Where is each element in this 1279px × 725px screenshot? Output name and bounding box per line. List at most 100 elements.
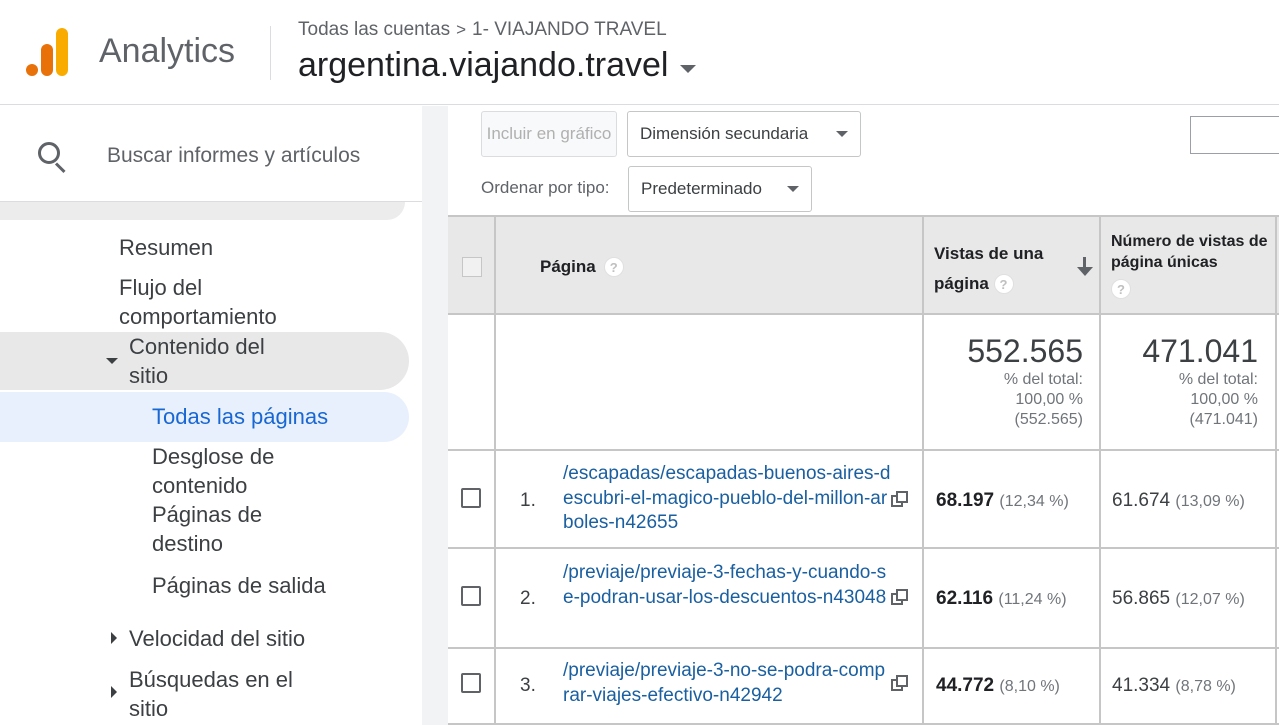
help-icon[interactable]: ? <box>993 274 1014 294</box>
chevron-down-icon <box>787 186 799 192</box>
open-external-icon[interactable] <box>891 675 909 691</box>
row-views-pct: (11,24 %) <box>998 591 1067 608</box>
sidebar-item-velocidad[interactable]: Velocidad del sitio <box>129 624 305 653</box>
table-row: 1. /escapadas/escapadas-buenos-aires-des… <box>448 451 1279 549</box>
totals-row: 552.565 % del total: 100,00 % (552.565) … <box>448 315 1279 451</box>
column-divider <box>1099 215 1101 725</box>
row-views: 68.197 (12,34 %) <box>936 490 1069 512</box>
breadcrumb-separator: > <box>456 20 467 39</box>
help-icon[interactable]: ? <box>603 257 624 277</box>
row-checkbox[interactable] <box>461 586 481 606</box>
totals-views-total: (552.565) <box>1014 411 1084 428</box>
column-divider <box>922 215 924 725</box>
column-header-unique-label: Número de vistas de página únicas <box>1111 233 1268 271</box>
header-divider <box>270 26 271 80</box>
row-views: 44.772 (8,10 %) <box>936 675 1060 697</box>
row-unique-pct: (8,78 %) <box>1175 678 1236 695</box>
app-name: Analytics <box>99 32 236 70</box>
row-views-pct: (8,10 %) <box>999 678 1060 695</box>
row-unique-value: 56.865 <box>1112 588 1171 609</box>
totals-views-pct: 100,00 % <box>1015 391 1083 408</box>
row-unique-pct: (12,07 %) <box>1175 591 1245 608</box>
report-main: Incluir en gráfico Dimensión secundaria … <box>448 106 1279 725</box>
row-unique: 61.674 (13,09 %) <box>1112 490 1245 512</box>
row-unique: 56.865 (12,07 %) <box>1112 588 1245 610</box>
property-name: argentina.viajando.travel <box>298 46 669 84</box>
totals-views: 552.565 % del total: 100,00 % (552.565) <box>928 333 1083 430</box>
data-table: Página ? Vistas de una página ? Número d… <box>448 215 1279 725</box>
secondary-dimension-label: Dimensión secundaria <box>640 124 809 143</box>
row-views-value: 44.772 <box>936 675 995 696</box>
secondary-dimension-select[interactable]: Dimensión secundaria <box>627 111 861 157</box>
row-number: 1. <box>520 490 536 511</box>
row-checkbox[interactable] <box>461 488 481 508</box>
page-link[interactable]: /previaje/previaje-3-no-se-podra-comprar… <box>563 659 891 708</box>
row-unique-pct: (13,09 %) <box>1175 493 1245 510</box>
row-views-pct: (12,34 %) <box>999 493 1069 510</box>
row-views: 62.116 (11,24 %) <box>936 588 1067 610</box>
totals-views-value: 552.565 <box>967 333 1083 369</box>
sidebar-item-contenido[interactable]: Contenido del sitio <box>129 332 309 390</box>
sort-type-label: Ordenar por tipo: <box>481 178 610 197</box>
table-row: 3. /previaje/previaje-3-no-se-podra-comp… <box>448 649 1279 725</box>
sidebar: Buscar informes y artículos Resumen Fluj… <box>0 106 422 725</box>
table-row: 2. /previaje/previaje-3-fechas-y-cuando-… <box>448 549 1279 649</box>
row-checkbox[interactable] <box>461 673 481 693</box>
sidebar-item-salida[interactable]: Páginas de salida <box>152 571 326 600</box>
column-header-page-label: Página <box>540 257 596 276</box>
column-header-views-label: Vistas de una página <box>934 244 1044 293</box>
search-bar[interactable]: Buscar informes y artículos <box>0 106 422 202</box>
row-number: 2. <box>520 588 536 609</box>
search-input[interactable]: Buscar informes y artículos <box>107 144 360 168</box>
totals-unique-total: (471.041) <box>1189 411 1259 428</box>
table-header: Página ? Vistas de una página ? Número d… <box>448 215 1279 315</box>
column-divider <box>494 215 496 725</box>
sidebar-item-flujo[interactable]: Flujo del comportamiento <box>119 273 319 331</box>
chevron-down-icon <box>836 131 848 137</box>
totals-unique-pct: 100,00 % <box>1190 391 1258 408</box>
sort-type-value: Predeterminado <box>641 179 762 198</box>
row-views-value: 62.116 <box>936 588 994 609</box>
open-external-icon[interactable] <box>891 491 909 507</box>
app-header: Analytics Todas las cuentas > 1- VIAJAND… <box>0 0 1279 105</box>
sidebar-item-desglose[interactable]: Desglose de contenido <box>152 442 312 500</box>
help-icon[interactable]: ? <box>1111 279 1131 299</box>
sort-descending-icon[interactable] <box>1076 257 1094 279</box>
caret-right-icon <box>111 686 117 698</box>
totals-unique: 471.041 % del total: 100,00 % (471.041) <box>1100 333 1258 430</box>
sidebar-item-busquedas[interactable]: Búsquedas en el sitio <box>129 665 329 723</box>
column-header-page[interactable]: Página ? <box>540 257 624 277</box>
row-number: 3. <box>520 675 536 696</box>
sidebar-item-destino[interactable]: Páginas de destino <box>152 500 312 558</box>
breadcrumb-all-accounts[interactable]: Todas las cuentas <box>298 19 450 41</box>
totals-unique-value: 471.041 <box>1142 333 1258 369</box>
sidebar-item-resumen[interactable]: Resumen <box>119 233 213 262</box>
page-link[interactable]: /escapadas/escapadas-buenos-aires-descub… <box>563 462 891 536</box>
row-views-value: 68.197 <box>936 490 995 511</box>
content-gutter <box>422 106 448 725</box>
open-external-icon[interactable] <box>891 589 909 605</box>
breadcrumb-account[interactable]: 1- VIAJANDO TRAVEL <box>472 19 667 41</box>
breadcrumb: Todas las cuentas > 1- VIAJANDO TRAVEL <box>298 19 667 41</box>
sidebar-scroll-stub <box>0 202 405 220</box>
include-in-chart-button[interactable]: Incluir en gráfico <box>481 111 617 157</box>
analytics-logo-icon[interactable] <box>26 28 70 76</box>
row-unique-value: 41.334 <box>1112 675 1171 696</box>
sidebar-item-todas-paginas[interactable]: Todas las páginas <box>152 402 328 431</box>
caret-down-icon <box>106 358 118 364</box>
row-unique: 41.334 (8,78 %) <box>1112 675 1236 697</box>
select-all-checkbox[interactable] <box>462 257 482 277</box>
table-filter-input[interactable] <box>1190 116 1279 154</box>
sort-type-select[interactable]: Predeterminado <box>628 166 812 212</box>
column-header-unique-views[interactable]: Número de vistas de página únicas ? <box>1111 231 1271 300</box>
row-unique-value: 61.674 <box>1112 490 1171 511</box>
column-divider <box>1275 215 1277 725</box>
totals-unique-pct-label: % del total: <box>1178 371 1258 388</box>
search-icon <box>38 142 68 174</box>
page-link[interactable]: /previaje/previaje-3-fechas-y-cuando-se-… <box>563 561 891 610</box>
property-selector[interactable]: argentina.viajando.travel <box>298 46 697 85</box>
chevron-down-icon <box>680 64 697 73</box>
caret-right-icon <box>111 632 117 644</box>
totals-views-pct-label: % del total: <box>1003 371 1083 388</box>
column-header-views[interactable]: Vistas de una página ? <box>934 239 1084 299</box>
